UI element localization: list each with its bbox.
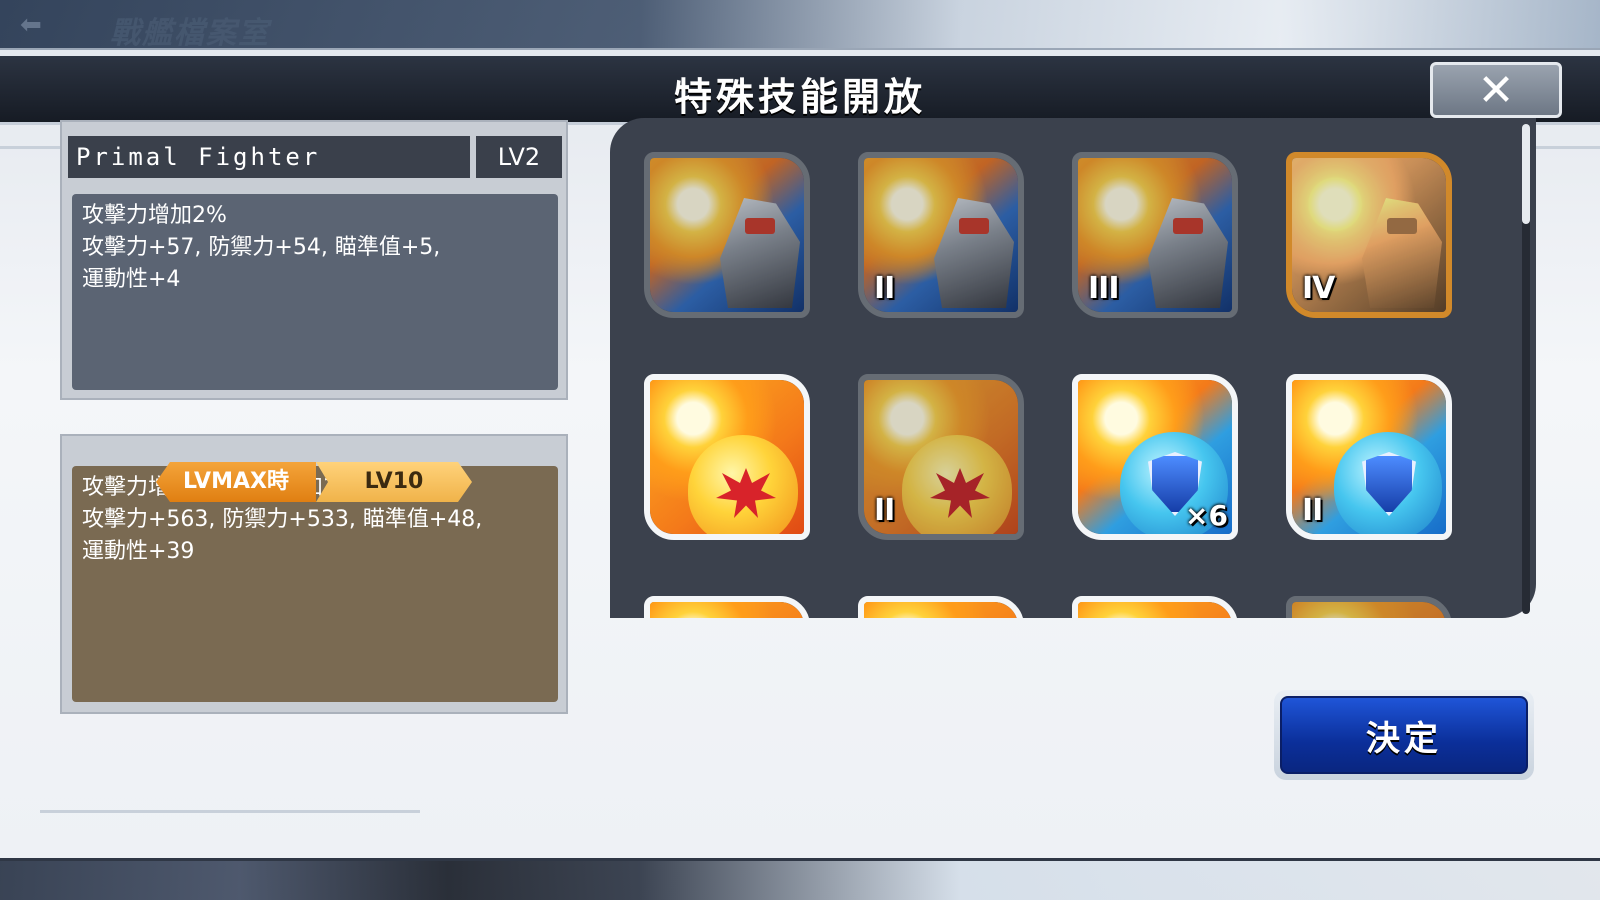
egg-art: [650, 380, 804, 534]
skill-icon-fighter[interactable]: IV: [1286, 152, 1452, 318]
fighter-art: [650, 158, 804, 312]
skill-icon-partial[interactable]: [644, 596, 810, 618]
egg-art: [1292, 602, 1446, 618]
background-screen-title: 戰艦檔案室: [110, 16, 270, 51]
grid-scrollbar[interactable]: [1522, 124, 1530, 614]
close-button[interactable]: ✕: [1430, 62, 1562, 118]
rank-numeral: II: [874, 271, 895, 306]
skill-icon-fighter[interactable]: II: [858, 152, 1024, 318]
dialog-title-bar: 特殊技能開放 ✕: [0, 56, 1600, 125]
rank-numeral: III: [1088, 271, 1119, 306]
skill-description-line: 攻擊力+57, 防禦力+54, 瞄準值+5,: [82, 235, 441, 260]
fighter-visor: [745, 218, 775, 234]
grid-scroll-thumb[interactable]: [1522, 124, 1530, 224]
skill-description-line: 運動性+4: [82, 267, 181, 292]
close-icon: ✕: [1477, 64, 1515, 116]
skill-level: LV2: [476, 136, 562, 178]
fighter-visor: [959, 218, 989, 234]
skill-icon-partial[interactable]: [1072, 596, 1238, 618]
fighter-figure: [934, 198, 1014, 308]
egg-art: [650, 602, 804, 618]
count-badge: ×6: [1185, 499, 1228, 532]
back-arrow-icon: ⬅: [20, 10, 42, 40]
skill-icon-egg[interactable]: [644, 374, 810, 540]
skill-name: Primal Fighter: [68, 136, 470, 178]
rank-numeral: II: [1302, 493, 1323, 528]
skill-icon-partial[interactable]: [1286, 596, 1452, 618]
max-skill-description-line: 運動性+39: [82, 539, 195, 564]
skill-icon-shield[interactable]: ×6: [1072, 374, 1238, 540]
skill-icon-grid[interactable]: II III IV II ×6 II: [610, 118, 1536, 618]
skill-icon-fighter[interactable]: III: [1072, 152, 1238, 318]
rank-numeral: II: [874, 493, 895, 528]
max-level-tab: LV10: [316, 462, 472, 502]
skill-icon-fighter[interactable]: [644, 152, 810, 318]
fighter-figure: [1148, 198, 1228, 308]
skill-description-line: 攻擊力增加2%: [82, 203, 227, 228]
egg-art: [864, 602, 1018, 618]
fighter-figure: [1362, 198, 1442, 308]
skill-description: 攻擊力增加2% 攻擊力+57, 防禦力+54, 瞄準值+5, 運動性+4: [72, 194, 558, 390]
skill-icon-partial[interactable]: [858, 596, 1024, 618]
decorative-line: [40, 810, 420, 813]
max-skill-description-line: 攻擊力+563, 防禦力+533, 瞄準值+48,: [82, 507, 483, 532]
rank-numeral: IV: [1302, 271, 1335, 306]
confirm-button[interactable]: 決定: [1274, 690, 1534, 780]
current-skill-panel: Primal Fighter LV2 攻擊力增加2% 攻擊力+57, 防禦力+5…: [60, 120, 568, 400]
fighter-figure: [720, 198, 800, 308]
skill-icon-egg[interactable]: II: [858, 374, 1024, 540]
background-footer: [0, 856, 1600, 900]
confirm-button-label: 決定: [1280, 696, 1528, 774]
egg-art: [1078, 602, 1232, 618]
fighter-visor: [1173, 218, 1203, 234]
dialog-title: 特殊技能開放: [673, 75, 926, 119]
fighter-visor: [1387, 218, 1417, 234]
lvmax-tab: LVMAX時: [156, 462, 316, 502]
skill-icon-shield[interactable]: II: [1286, 374, 1452, 540]
